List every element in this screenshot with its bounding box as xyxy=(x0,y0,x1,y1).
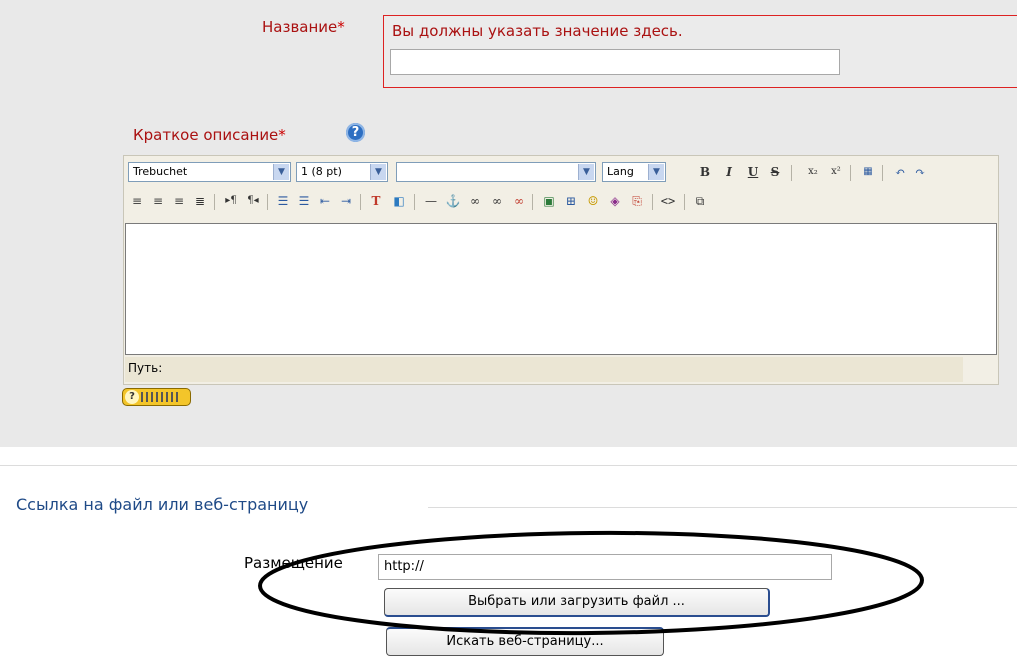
indent-icon[interactable]: ⇥ xyxy=(337,192,355,210)
ordered-list-icon[interactable]: ☰ xyxy=(274,192,292,210)
strikethrough-icon[interactable]: S xyxy=(766,163,784,181)
superscript-icon[interactable]: x² xyxy=(827,163,845,181)
name-input[interactable] xyxy=(390,49,840,75)
editor-content-area[interactable] xyxy=(125,223,997,355)
required-mark: * xyxy=(337,18,345,36)
redo-icon[interactable]: ↷ xyxy=(911,163,929,181)
outdent-icon[interactable]: ⇤ xyxy=(316,192,334,210)
align-center-icon[interactable]: ≡ xyxy=(149,192,167,210)
unordered-list-icon[interactable]: ☰ xyxy=(295,192,313,210)
align-left-icon[interactable]: ≡ xyxy=(128,192,146,210)
chevron-down-icon: ▼ xyxy=(273,164,289,180)
nolink-icon[interactable]: ∞ xyxy=(510,192,528,210)
required-mark: * xyxy=(278,126,286,144)
undo-icon[interactable]: ↶ xyxy=(891,163,909,181)
smiley-icon[interactable]: ☺ xyxy=(584,192,602,210)
font-family-value: Trebuchet xyxy=(133,165,188,178)
fieldset-border xyxy=(428,507,1017,508)
toolbar-separator xyxy=(652,194,653,210)
toolbar-separator xyxy=(882,165,883,181)
toolbar-separator xyxy=(267,194,268,210)
toolbar-separator xyxy=(850,165,851,181)
special-char-icon[interactable]: ◈ xyxy=(606,192,624,210)
editor-path-label: Путь: xyxy=(128,361,163,375)
text-color-icon[interactable]: T xyxy=(367,192,385,210)
chevron-down-icon: ▼ xyxy=(648,164,664,180)
language-value: Lang xyxy=(607,165,634,178)
highlight-ellipse-annotation xyxy=(258,530,924,636)
chevron-down-icon: ▼ xyxy=(578,164,594,180)
name-label-text: Название xyxy=(262,18,338,36)
image-icon[interactable]: ▣ xyxy=(540,192,558,210)
bold-icon[interactable]: B xyxy=(696,163,714,181)
background-color-icon[interactable]: ◧ xyxy=(390,192,408,210)
name-label: Название* xyxy=(262,18,345,36)
keyboard-icon xyxy=(141,392,181,402)
link-section-legend: Ссылка на файл или веб-страницу xyxy=(16,495,309,514)
table-icon[interactable]: ⊞ xyxy=(562,192,580,210)
underline-icon[interactable]: U xyxy=(744,163,762,181)
subscript-icon[interactable]: x₂ xyxy=(804,163,822,181)
editor-path-bar xyxy=(125,357,963,382)
toolbar-separator xyxy=(360,194,361,210)
chevron-down-icon: ▼ xyxy=(370,164,386,180)
keyboard-help-icon[interactable]: ? xyxy=(122,388,191,406)
unlink-icon[interactable]: ∞ xyxy=(488,192,506,210)
paste-word-icon[interactable]: ▦ xyxy=(859,163,877,181)
toolbar-separator xyxy=(414,194,415,210)
font-size-select[interactable]: 1 (8 pt) ▼ xyxy=(296,162,388,182)
question-icon: ? xyxy=(125,390,139,404)
link-icon[interactable]: ∞ xyxy=(466,192,484,210)
italic-icon[interactable]: I xyxy=(720,163,738,181)
ltr-icon[interactable]: ▸¶ xyxy=(222,192,240,210)
name-error-message: Вы должны указать значение здесь. xyxy=(392,22,683,40)
anchor-icon[interactable]: ⚓ xyxy=(444,192,462,210)
horizontal-rule-icon[interactable]: — xyxy=(422,192,440,210)
toolbar-separator xyxy=(684,194,685,210)
rtl-icon[interactable]: ¶◂ xyxy=(244,192,262,210)
search-replace-icon[interactable]: ⎘ xyxy=(628,192,646,210)
fullscreen-icon[interactable]: ⧉ xyxy=(691,192,709,210)
toolbar-separator xyxy=(791,165,792,181)
help-icon[interactable]: ? xyxy=(346,123,365,142)
font-family-select[interactable]: Trebuchet ▼ xyxy=(128,162,291,182)
summary-label-text: Краткое описание xyxy=(133,126,279,144)
toolbar-separator xyxy=(214,194,215,210)
summary-label: Краткое описание* xyxy=(133,126,286,144)
format-select[interactable]: ▼ xyxy=(396,162,596,182)
toolbar-separator xyxy=(532,194,533,210)
align-right-icon[interactable]: ≡ xyxy=(170,192,188,210)
html-source-icon[interactable]: <> xyxy=(659,192,677,210)
font-size-value: 1 (8 pt) xyxy=(301,165,342,178)
justify-icon[interactable]: ≣ xyxy=(191,192,209,210)
language-select[interactable]: Lang ▼ xyxy=(602,162,666,182)
section-divider xyxy=(0,465,1017,466)
